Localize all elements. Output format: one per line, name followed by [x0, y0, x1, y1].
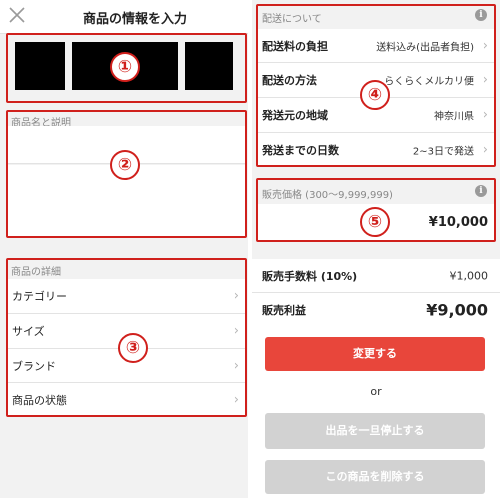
chevron-right-icon: ›	[233, 288, 239, 304]
shipping-row-label: 配送料の負担	[262, 39, 328, 53]
details-row-condition[interactable]: 商品の状態 ›	[6, 383, 247, 416]
shipping-row-value: らくらくメルカリ便	[384, 76, 474, 88]
shipping-row-label: 発送までの日数	[262, 143, 339, 157]
profit-value: ¥9,000	[426, 300, 488, 319]
marker-3: ③	[118, 333, 148, 363]
fee-row: 販売手数料 (10%) ¥1,000	[252, 259, 500, 293]
info-icon[interactable]: i	[475, 9, 487, 21]
chevron-right-icon: ›	[482, 107, 488, 123]
marker-4: ④	[360, 80, 390, 110]
fee-value: ¥1,000	[449, 269, 489, 282]
close-icon[interactable]	[7, 5, 27, 25]
photo-thumbnail-3[interactable]	[185, 42, 233, 90]
marker-2: ②	[110, 150, 140, 180]
marker-5: ⑤	[360, 207, 390, 237]
marker-1: ①	[110, 52, 140, 82]
chevron-right-icon: ›	[482, 72, 488, 88]
details-row-label: ブランド	[12, 359, 56, 373]
shipping-row-value: 2~3日で発送	[412, 146, 474, 157]
change-button[interactable]: 変更する	[265, 337, 485, 371]
shipping-row-label: 発送元の地域	[262, 109, 328, 122]
shipping-label: 配送について	[262, 14, 322, 25]
chevron-right-icon: ›	[482, 38, 488, 53]
details-row-label: サイズ	[12, 325, 45, 338]
price-value: ¥10,000	[428, 215, 488, 230]
page-title: 商品の情報を入力	[82, 12, 187, 27]
or-text: or	[370, 385, 382, 398]
shipping-row-label: 配送の方法	[262, 74, 317, 87]
shipping-row-days[interactable]: 発送までの日数 2~3日で発送 ›	[256, 133, 496, 166]
photo-thumbnail-1[interactable]	[15, 42, 65, 90]
details-row-category[interactable]: カテゴリー ›	[6, 279, 247, 314]
shipping-row-value: 神奈川県	[434, 111, 474, 123]
shipping-row-value: 送料込み(出品者負担)	[376, 42, 474, 53]
pause-listing-button[interactable]: 出品を一旦停止する	[265, 413, 485, 449]
delete-item-button[interactable]: この商品を削除する	[265, 460, 485, 494]
chevron-right-icon: ›	[482, 142, 488, 157]
profit-label: 販売利益	[262, 303, 306, 317]
info-icon[interactable]: i	[475, 185, 487, 197]
shipping-row-fee-bearer[interactable]: 配送料の負担 送料込み(出品者負担) ›	[256, 29, 496, 63]
chevron-right-icon: ›	[233, 323, 239, 339]
chevron-right-icon: ›	[233, 358, 239, 373]
details-row-label: カテゴリー	[12, 290, 67, 303]
details-label: 商品の詳細	[11, 267, 61, 278]
profit-row: 販売利益 ¥9,000	[252, 293, 500, 326]
chevron-right-icon: ›	[233, 392, 239, 407]
price-label: 販売価格 (300〜9,999,999)	[262, 190, 393, 201]
fee-label: 販売手数料 (10%)	[262, 269, 358, 283]
details-row-label: 商品の状態	[12, 393, 67, 407]
